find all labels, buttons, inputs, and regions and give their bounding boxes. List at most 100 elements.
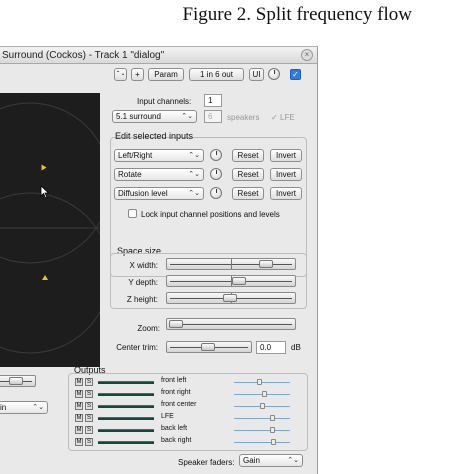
edit-param-value: Diffusion level: [118, 189, 168, 198]
chevron-updown-icon: ⌃⌄: [188, 171, 200, 178]
y-depth-slider[interactable]: [166, 275, 296, 287]
lock-label: Lock input channel positions and levels: [141, 210, 280, 219]
fader-thumb[interactable]: [260, 403, 265, 409]
close-icon[interactable]: ×: [301, 49, 313, 61]
fader-thumb[interactable]: [271, 439, 276, 445]
figure-caption: Figure 2. Split frequency flow: [182, 4, 412, 25]
solo-button[interactable]: S: [85, 390, 93, 398]
db-unit-label: dB: [291, 343, 301, 352]
chevron-updown-icon: ⌃⌄: [32, 404, 44, 411]
x-width-label: X width:: [129, 261, 158, 270]
slider-thumb[interactable]: [201, 343, 215, 351]
edit-knob-icon[interactable]: [210, 187, 222, 199]
wet-knob-icon[interactable]: [268, 68, 280, 80]
lfe-label: LFE: [280, 113, 295, 122]
bypass-checkbox[interactable]: ✓: [290, 69, 301, 80]
output-name: front left: [161, 377, 187, 384]
mute-button[interactable]: M: [75, 438, 83, 446]
output-fader[interactable]: [234, 391, 290, 397]
center-trim-readout[interactable]: 0.0: [256, 341, 286, 354]
output-meter: [98, 441, 154, 444]
edit-knob-icon[interactable]: [210, 168, 222, 180]
solo-button[interactable]: S: [85, 426, 93, 434]
reset-button-2[interactable]: Reset: [232, 168, 264, 181]
fader-thumb[interactable]: [270, 415, 275, 421]
speaker-marker-icon[interactable]: [42, 275, 48, 280]
lfe-check-icon[interactable]: ✓: [271, 113, 278, 122]
edit-knob-icon[interactable]: [210, 149, 222, 161]
speaker-faders-label: Speaker faders:: [178, 458, 235, 467]
title-bar[interactable]: Surround (Cockos) - Track 1 "dialog" ×: [0, 47, 317, 64]
zoom-slider[interactable]: [166, 318, 296, 330]
reset-button-3[interactable]: Reset: [232, 187, 264, 200]
pad-grid: [0, 102, 100, 354]
speakers-label: speakers: [227, 113, 260, 122]
center-trim-slider[interactable]: [166, 341, 252, 353]
mute-button[interactable]: M: [75, 426, 83, 434]
fader-thumb[interactable]: [257, 379, 262, 385]
x-width-slider[interactable]: [166, 258, 296, 270]
output-fader[interactable]: [234, 427, 290, 433]
output-fader[interactable]: [234, 379, 290, 385]
mute-button[interactable]: M: [75, 378, 83, 386]
chevron-updown-icon: ⌃⌄: [287, 457, 299, 464]
input-level-slider[interactable]: [0, 375, 36, 387]
invert-button-2[interactable]: Invert: [270, 168, 302, 181]
output-name: back right: [161, 437, 192, 444]
z-height-label: Z height:: [126, 295, 158, 304]
input-mode-select[interactable]: in ⌃⌄: [0, 401, 48, 414]
output-fader[interactable]: [234, 439, 290, 445]
output-fader[interactable]: [234, 403, 290, 409]
mouse-cursor-icon: [40, 185, 50, 199]
fader-thumb[interactable]: [270, 427, 275, 433]
center-trim-label: Center trim:: [116, 343, 158, 352]
slider-thumb[interactable]: [9, 377, 23, 385]
slider-thumb[interactable]: [169, 320, 183, 328]
invert-button-3[interactable]: Invert: [270, 187, 302, 200]
layout-select[interactable]: 5.1 surround ⌃⌄: [112, 110, 197, 123]
solo-button[interactable]: S: [85, 414, 93, 422]
add-preset-button[interactable]: +: [131, 68, 144, 81]
chevron-updown-icon: ⌃⌄: [188, 152, 200, 159]
mute-button[interactable]: M: [75, 414, 83, 422]
edit-inputs-title: Edit selected inputs: [115, 131, 194, 141]
output-meter: [98, 393, 154, 396]
speakers-field[interactable]: 6: [204, 110, 222, 123]
param-button[interactable]: Param: [148, 68, 184, 81]
input-channels-field[interactable]: 1: [204, 94, 222, 107]
output-meter: [98, 417, 154, 420]
window-title: Surround (Cockos) - Track 1 "dialog": [2, 50, 165, 61]
solo-button[interactable]: S: [85, 402, 93, 410]
output-name: back left: [161, 425, 188, 432]
io-button[interactable]: 1 in 6 out: [189, 68, 244, 81]
chevron-updown-icon: ⌃⌄: [181, 113, 193, 120]
ui-button[interactable]: UI: [249, 68, 264, 81]
slider-thumb[interactable]: [259, 260, 273, 268]
chevron-updown-icon: ⌃⌄: [188, 190, 200, 197]
lock-checkbox[interactable]: [128, 209, 137, 218]
layout-select-value: 5.1 surround: [116, 112, 161, 121]
edit-param-select-3[interactable]: Diffusion level ⌃⌄: [114, 187, 204, 200]
fader-thumb[interactable]: [262, 391, 267, 397]
output-meter: [98, 381, 154, 384]
input-mode-value: in: [0, 403, 7, 412]
slider-thumb[interactable]: [232, 277, 246, 285]
mute-button[interactable]: M: [75, 402, 83, 410]
speaker-marker-icon[interactable]: [41, 164, 47, 171]
output-meter: [98, 405, 154, 408]
surround-pad[interactable]: [0, 93, 100, 367]
edit-param-select-1[interactable]: Left/Right ⌃⌄: [114, 149, 204, 162]
solo-button[interactable]: S: [85, 438, 93, 446]
invert-button-1[interactable]: Invert: [270, 149, 302, 162]
output-fader[interactable]: [234, 415, 290, 421]
speaker-faders-select[interactable]: Gain ⌃⌄: [239, 454, 303, 467]
reset-button-1[interactable]: Reset: [232, 149, 264, 162]
preset-arrows-button[interactable]: ⌃⌄: [114, 68, 127, 81]
mute-button[interactable]: M: [75, 390, 83, 398]
z-height-slider[interactable]: [166, 292, 296, 304]
plugin-window: Surround (Cockos) - Track 1 "dialog" × ⌃…: [0, 46, 318, 474]
edit-param-select-2[interactable]: Rotate ⌃⌄: [114, 168, 204, 181]
speaker-faders-value: Gain: [243, 456, 260, 465]
slider-thumb[interactable]: [223, 294, 237, 302]
solo-button[interactable]: S: [85, 378, 93, 386]
